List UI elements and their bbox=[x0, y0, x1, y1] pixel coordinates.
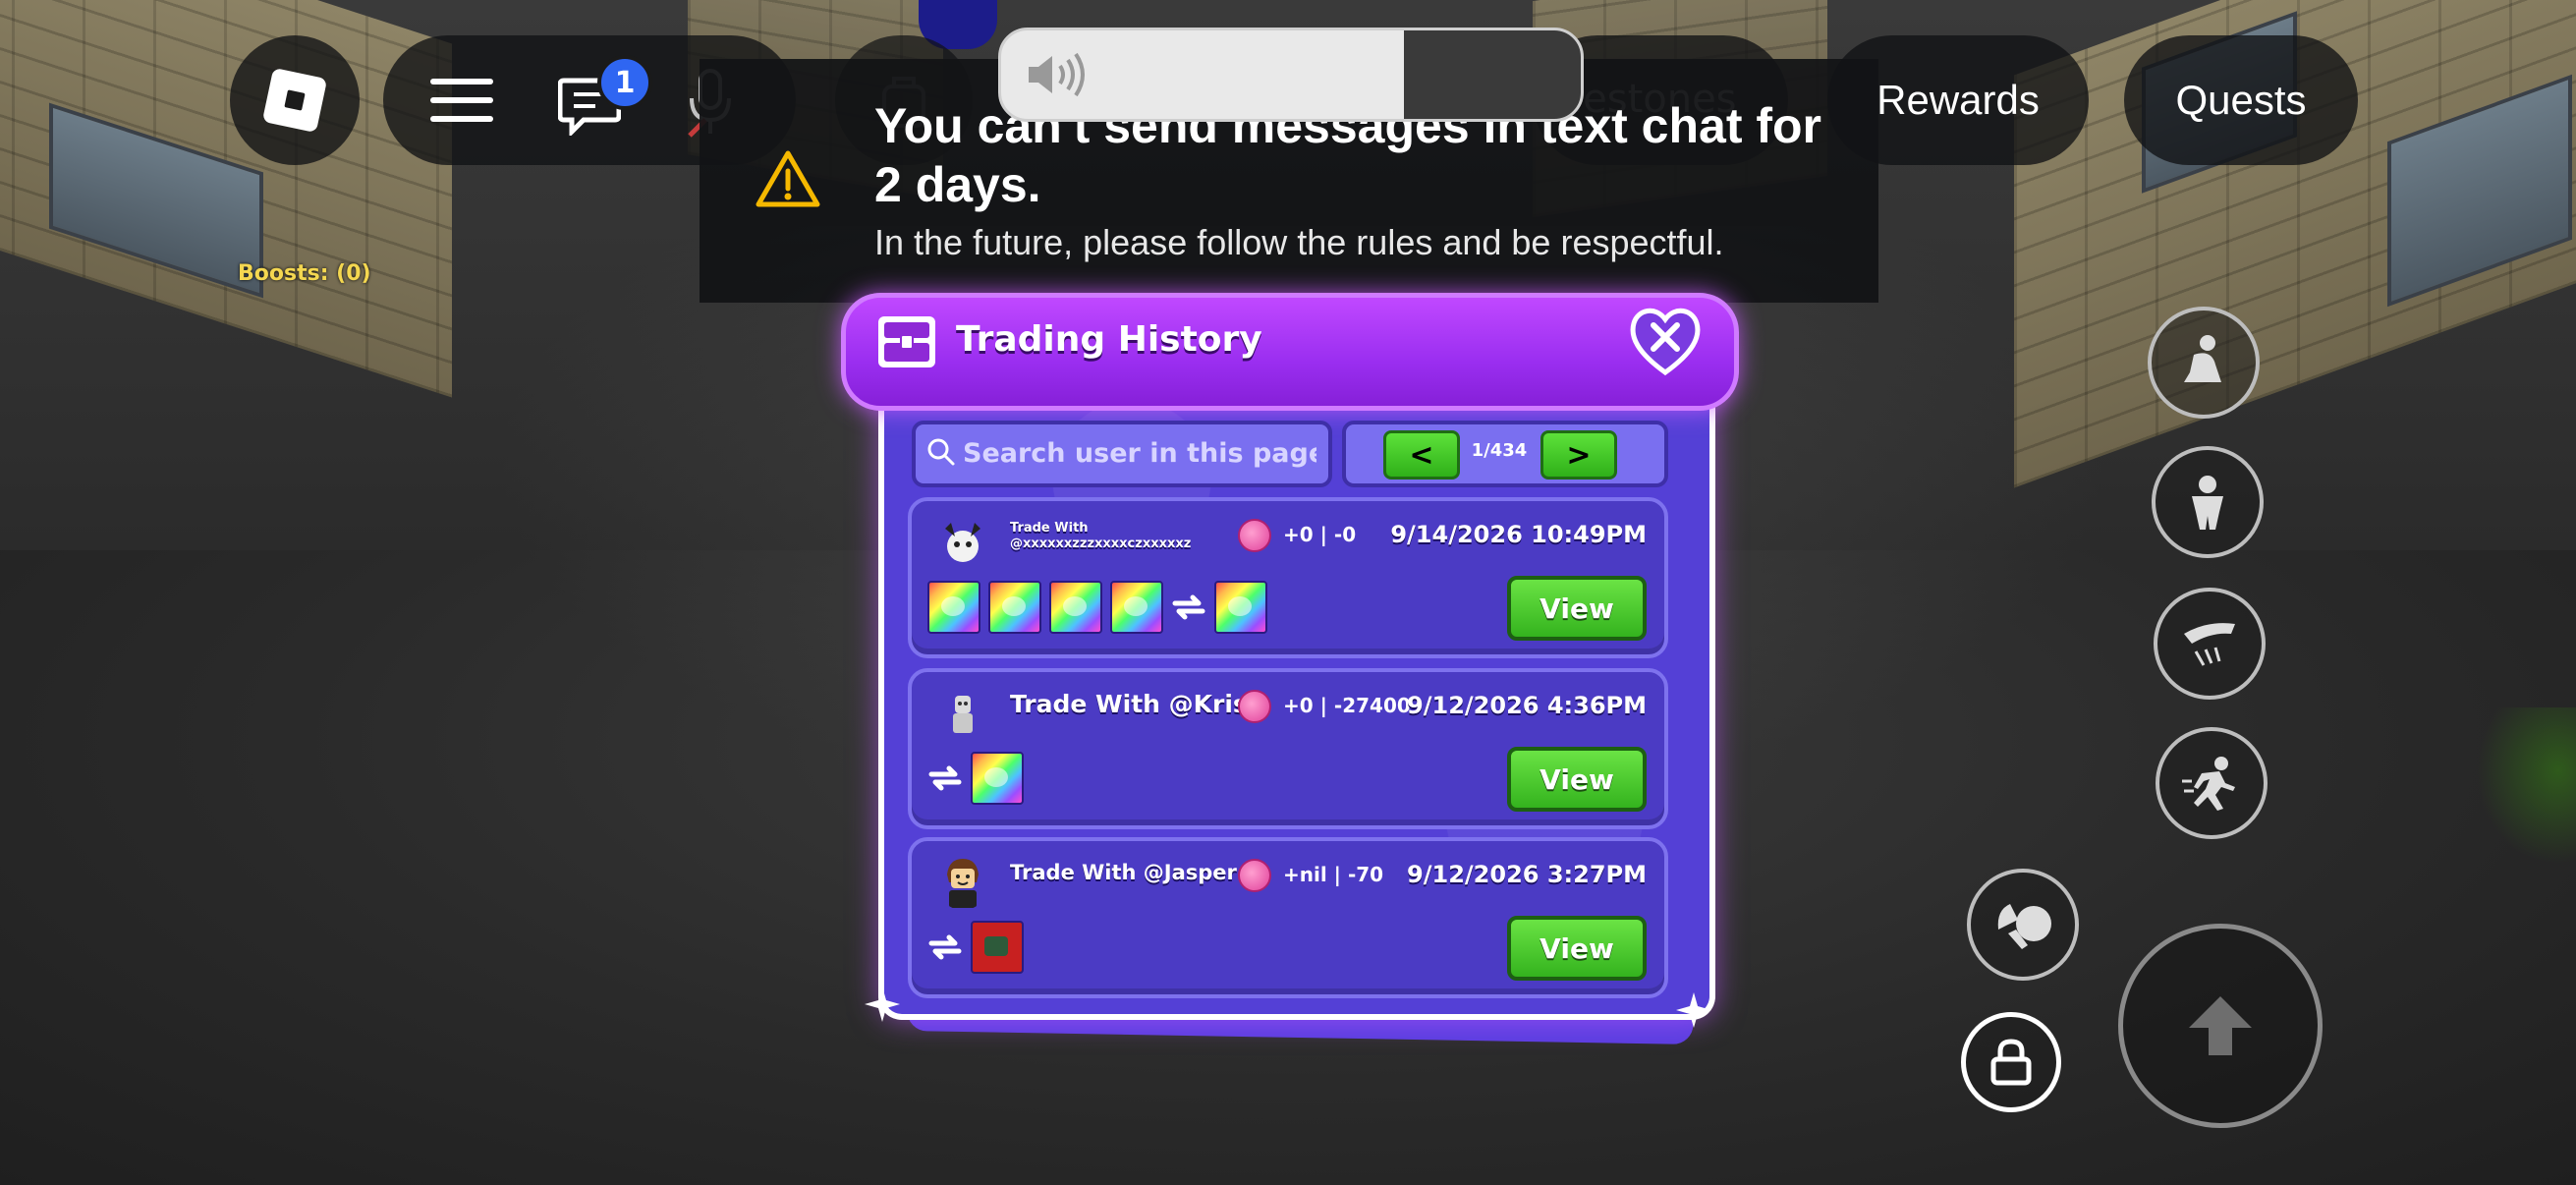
trade-partner: Trade With @xxxxxxzzzxxxxczxxxxxz bbox=[1010, 521, 1191, 552]
jump-arrow-icon bbox=[2189, 996, 2252, 1055]
item-thumbnail[interactable] bbox=[988, 581, 1041, 634]
sprint-icon bbox=[2182, 757, 2235, 811]
prev-page-button[interactable]: < bbox=[1383, 430, 1460, 480]
crouch-icon bbox=[2184, 335, 2221, 382]
dive-button[interactable] bbox=[2154, 588, 2266, 700]
next-page-button[interactable]: > bbox=[1540, 430, 1617, 480]
jump-button[interactable] bbox=[2118, 924, 2323, 1128]
coin-icon bbox=[1238, 519, 1271, 552]
roblox-logo-icon bbox=[261, 67, 328, 134]
shift-lock-button[interactable] bbox=[1961, 1012, 2061, 1112]
shift-lock-icon bbox=[1990, 1039, 2032, 1086]
rewards-label: Rewards bbox=[1876, 77, 2040, 123]
item-thumbnail[interactable] bbox=[1214, 581, 1267, 634]
hamburger-menu-icon[interactable] bbox=[430, 79, 493, 122]
trade-title-line2: @xxxxxxzzzxxxxczxxxxxz bbox=[1010, 536, 1192, 551]
trade-delta: +0 | -27400 bbox=[1283, 694, 1411, 717]
trade-date: 9/12/2026 4:36PM bbox=[1407, 692, 1647, 719]
item-thumbnail[interactable] bbox=[971, 921, 1024, 974]
avatar bbox=[947, 859, 979, 908]
sparkle-icon bbox=[1676, 992, 1711, 1028]
swap-arrows-icon bbox=[927, 763, 963, 793]
trade-title-line1: Trade With bbox=[1010, 521, 1089, 536]
item-thumbnail[interactable] bbox=[1049, 581, 1102, 634]
avatar bbox=[945, 523, 980, 562]
panel-title: Trading History bbox=[956, 319, 1262, 360]
volume-icon bbox=[1029, 52, 1085, 97]
item-thumbnail[interactable] bbox=[1110, 581, 1163, 634]
item-thumbnail[interactable] bbox=[927, 581, 980, 634]
trade-items bbox=[927, 752, 1024, 805]
swap-arrows-icon bbox=[927, 932, 963, 962]
roblox-menu-button[interactable] bbox=[230, 35, 360, 165]
plant bbox=[2476, 707, 2576, 865]
trading-history-header: Trading History bbox=[841, 293, 1739, 411]
search-icon bbox=[927, 438, 955, 466]
page-indicator: 1/434 bbox=[1471, 440, 1528, 461]
trade-date: 9/12/2026 3:27PM bbox=[1407, 861, 1647, 888]
item-thumbnail[interactable] bbox=[971, 752, 1024, 805]
view-trade-button[interactable]: View bbox=[1507, 916, 1647, 981]
volume-slider[interactable] bbox=[998, 28, 1584, 122]
coin-icon bbox=[1238, 690, 1271, 723]
boosts-counter: Boosts: (0) bbox=[238, 261, 371, 286]
view-trade-button[interactable]: View bbox=[1507, 576, 1647, 641]
trade-partner: Trade With @Kris bbox=[1010, 690, 1248, 718]
close-heart-icon[interactable] bbox=[1628, 304, 1703, 378]
dive-icon bbox=[2184, 623, 2235, 666]
crouch-button[interactable] bbox=[2148, 307, 2260, 419]
warning-icon bbox=[756, 150, 820, 207]
emote-icon bbox=[1997, 904, 2051, 949]
sprint-button[interactable] bbox=[2156, 727, 2268, 839]
pagination: < 1/434 > bbox=[1342, 421, 1668, 487]
emote-button[interactable] bbox=[1967, 869, 2079, 981]
notice-subtitle: In the future, please follow the rules a… bbox=[874, 222, 1724, 262]
avatar bbox=[953, 696, 973, 733]
trade-date: 9/14/2026 10:49PM bbox=[1390, 521, 1647, 548]
swap-arrows-icon bbox=[1171, 592, 1206, 622]
sparkle-icon bbox=[865, 987, 900, 1022]
roll-icon bbox=[2192, 476, 2223, 530]
coin-icon bbox=[1238, 859, 1271, 892]
view-trade-button[interactable]: View bbox=[1507, 747, 1647, 812]
trade-items bbox=[927, 581, 1267, 634]
trade-row: Trade With @Jasper +nil | -70 9/12/2026 … bbox=[908, 837, 1668, 998]
quests-label: Quests bbox=[2175, 77, 2307, 123]
chat-unread-badge: 1 bbox=[597, 55, 652, 110]
chest-icon bbox=[878, 316, 935, 367]
trade-row: Trade With @Kris +0 | -27400 9/12/2026 4… bbox=[908, 668, 1668, 829]
roll-button[interactable] bbox=[2152, 446, 2264, 558]
trade-delta: +nil | -70 bbox=[1283, 863, 1384, 886]
search-user-input[interactable] bbox=[961, 432, 1318, 474]
trade-items bbox=[927, 921, 1024, 974]
trade-delta: +0 | -0 bbox=[1283, 523, 1357, 546]
search-user-field[interactable] bbox=[912, 421, 1332, 487]
quests-button[interactable]: Quests bbox=[2124, 35, 2358, 165]
trade-row: Trade With @xxxxxxzzzxxxxczxxxxxz +0 | -… bbox=[908, 497, 1668, 658]
trade-partner: Trade With @Jasper bbox=[1010, 861, 1237, 884]
